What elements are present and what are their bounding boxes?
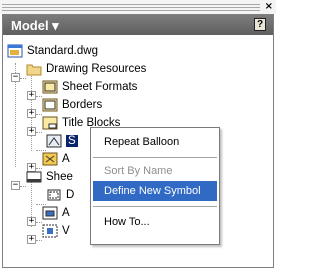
collapse-toggle[interactable]: − <box>11 73 20 82</box>
sheet-icon <box>26 170 42 184</box>
tree-item-v[interactable]: V <box>42 222 70 240</box>
sketched-symbol-icon <box>46 134 62 148</box>
tree-item-label-selected: S <box>66 135 78 147</box>
expand-toggle[interactable]: + <box>27 91 36 100</box>
drag-grip-line <box>2 7 260 8</box>
tree-item-label: D <box>66 189 75 201</box>
view-icon <box>42 206 58 220</box>
annotation-folder-icon <box>42 152 58 166</box>
menu-item-label: Repeat Balloon <box>104 136 180 148</box>
drawing-file-icon <box>7 44 23 58</box>
menu-item-define-new-symbol[interactable]: Define New Symbol <box>93 181 217 201</box>
folder-icon <box>26 62 42 76</box>
model-browser-panel: Model ▾ ? Standard.dwg − Drawing Resourc… <box>2 14 274 268</box>
tree-item-a2[interactable]: A <box>42 204 70 222</box>
tree-connector <box>20 186 26 187</box>
tree-connector <box>20 78 26 79</box>
tree-connector <box>36 240 42 241</box>
help-button[interactable]: ? <box>254 18 266 31</box>
tree-item-label: Sheet Formats <box>62 81 138 93</box>
tree-item-label: Drawing Resources <box>46 63 147 75</box>
expand-toggle[interactable]: + <box>27 235 36 244</box>
tree-item-sheet-formats[interactable]: Sheet Formats <box>42 78 137 96</box>
drag-grip-line <box>2 10 260 11</box>
menu-item-label: How To... <box>104 216 150 228</box>
tree-item-label: A <box>62 207 70 219</box>
model-dropdown[interactable]: Model ▾ <box>11 18 59 34</box>
tree-item-label: Borders <box>62 99 103 111</box>
menu-item-label: Sort By Name <box>104 165 173 177</box>
border-icon <box>42 98 58 112</box>
menu-separator <box>93 206 217 207</box>
expand-toggle[interactable]: + <box>27 127 36 136</box>
tree-item-label: A <box>62 153 70 165</box>
menu-item-how-to[interactable]: How To... <box>93 212 217 232</box>
tree-item-d[interactable]: D <box>46 186 74 204</box>
tree-item-label: V <box>62 225 70 237</box>
sheet-format-icon <box>42 80 58 94</box>
menu-item-sort-by-name: Sort By Name <box>93 161 217 181</box>
tree-item-drawing-resources[interactable]: Drawing Resources <box>26 60 146 78</box>
menu-separator <box>93 157 217 158</box>
tree-item-label: Shee <box>46 171 73 183</box>
close-icon[interactable]: × <box>265 0 273 14</box>
menu-item-repeat-balloon[interactable]: Repeat Balloon <box>93 132 217 152</box>
tree-item-label: Standard.dwg <box>27 45 98 57</box>
expand-toggle[interactable]: + <box>27 217 36 226</box>
drawing-view-icon <box>46 188 62 202</box>
panel-titlebar[interactable]: × <box>0 0 276 14</box>
tree-connector <box>36 132 42 133</box>
tree-item-root[interactable]: Standard.dwg <box>7 42 98 60</box>
title-block-icon <box>42 116 58 130</box>
expand-toggle[interactable]: + <box>27 109 36 118</box>
context-menu: Repeat Balloon Sort By Name Define New S… <box>90 127 220 245</box>
collapse-toggle[interactable]: − <box>11 181 20 190</box>
tree-item-sketched-symbols[interactable]: S <box>46 132 78 150</box>
tree-item-sheet[interactable]: Shee <box>26 168 73 186</box>
drag-grip-line <box>2 4 260 5</box>
tree-item-a[interactable]: A <box>42 150 70 168</box>
browser-header: Model ▾ ? <box>3 15 273 35</box>
menu-item-label: Define New Symbol <box>104 185 201 197</box>
view-icon <box>42 224 58 238</box>
tree-item-borders[interactable]: Borders <box>42 96 102 114</box>
